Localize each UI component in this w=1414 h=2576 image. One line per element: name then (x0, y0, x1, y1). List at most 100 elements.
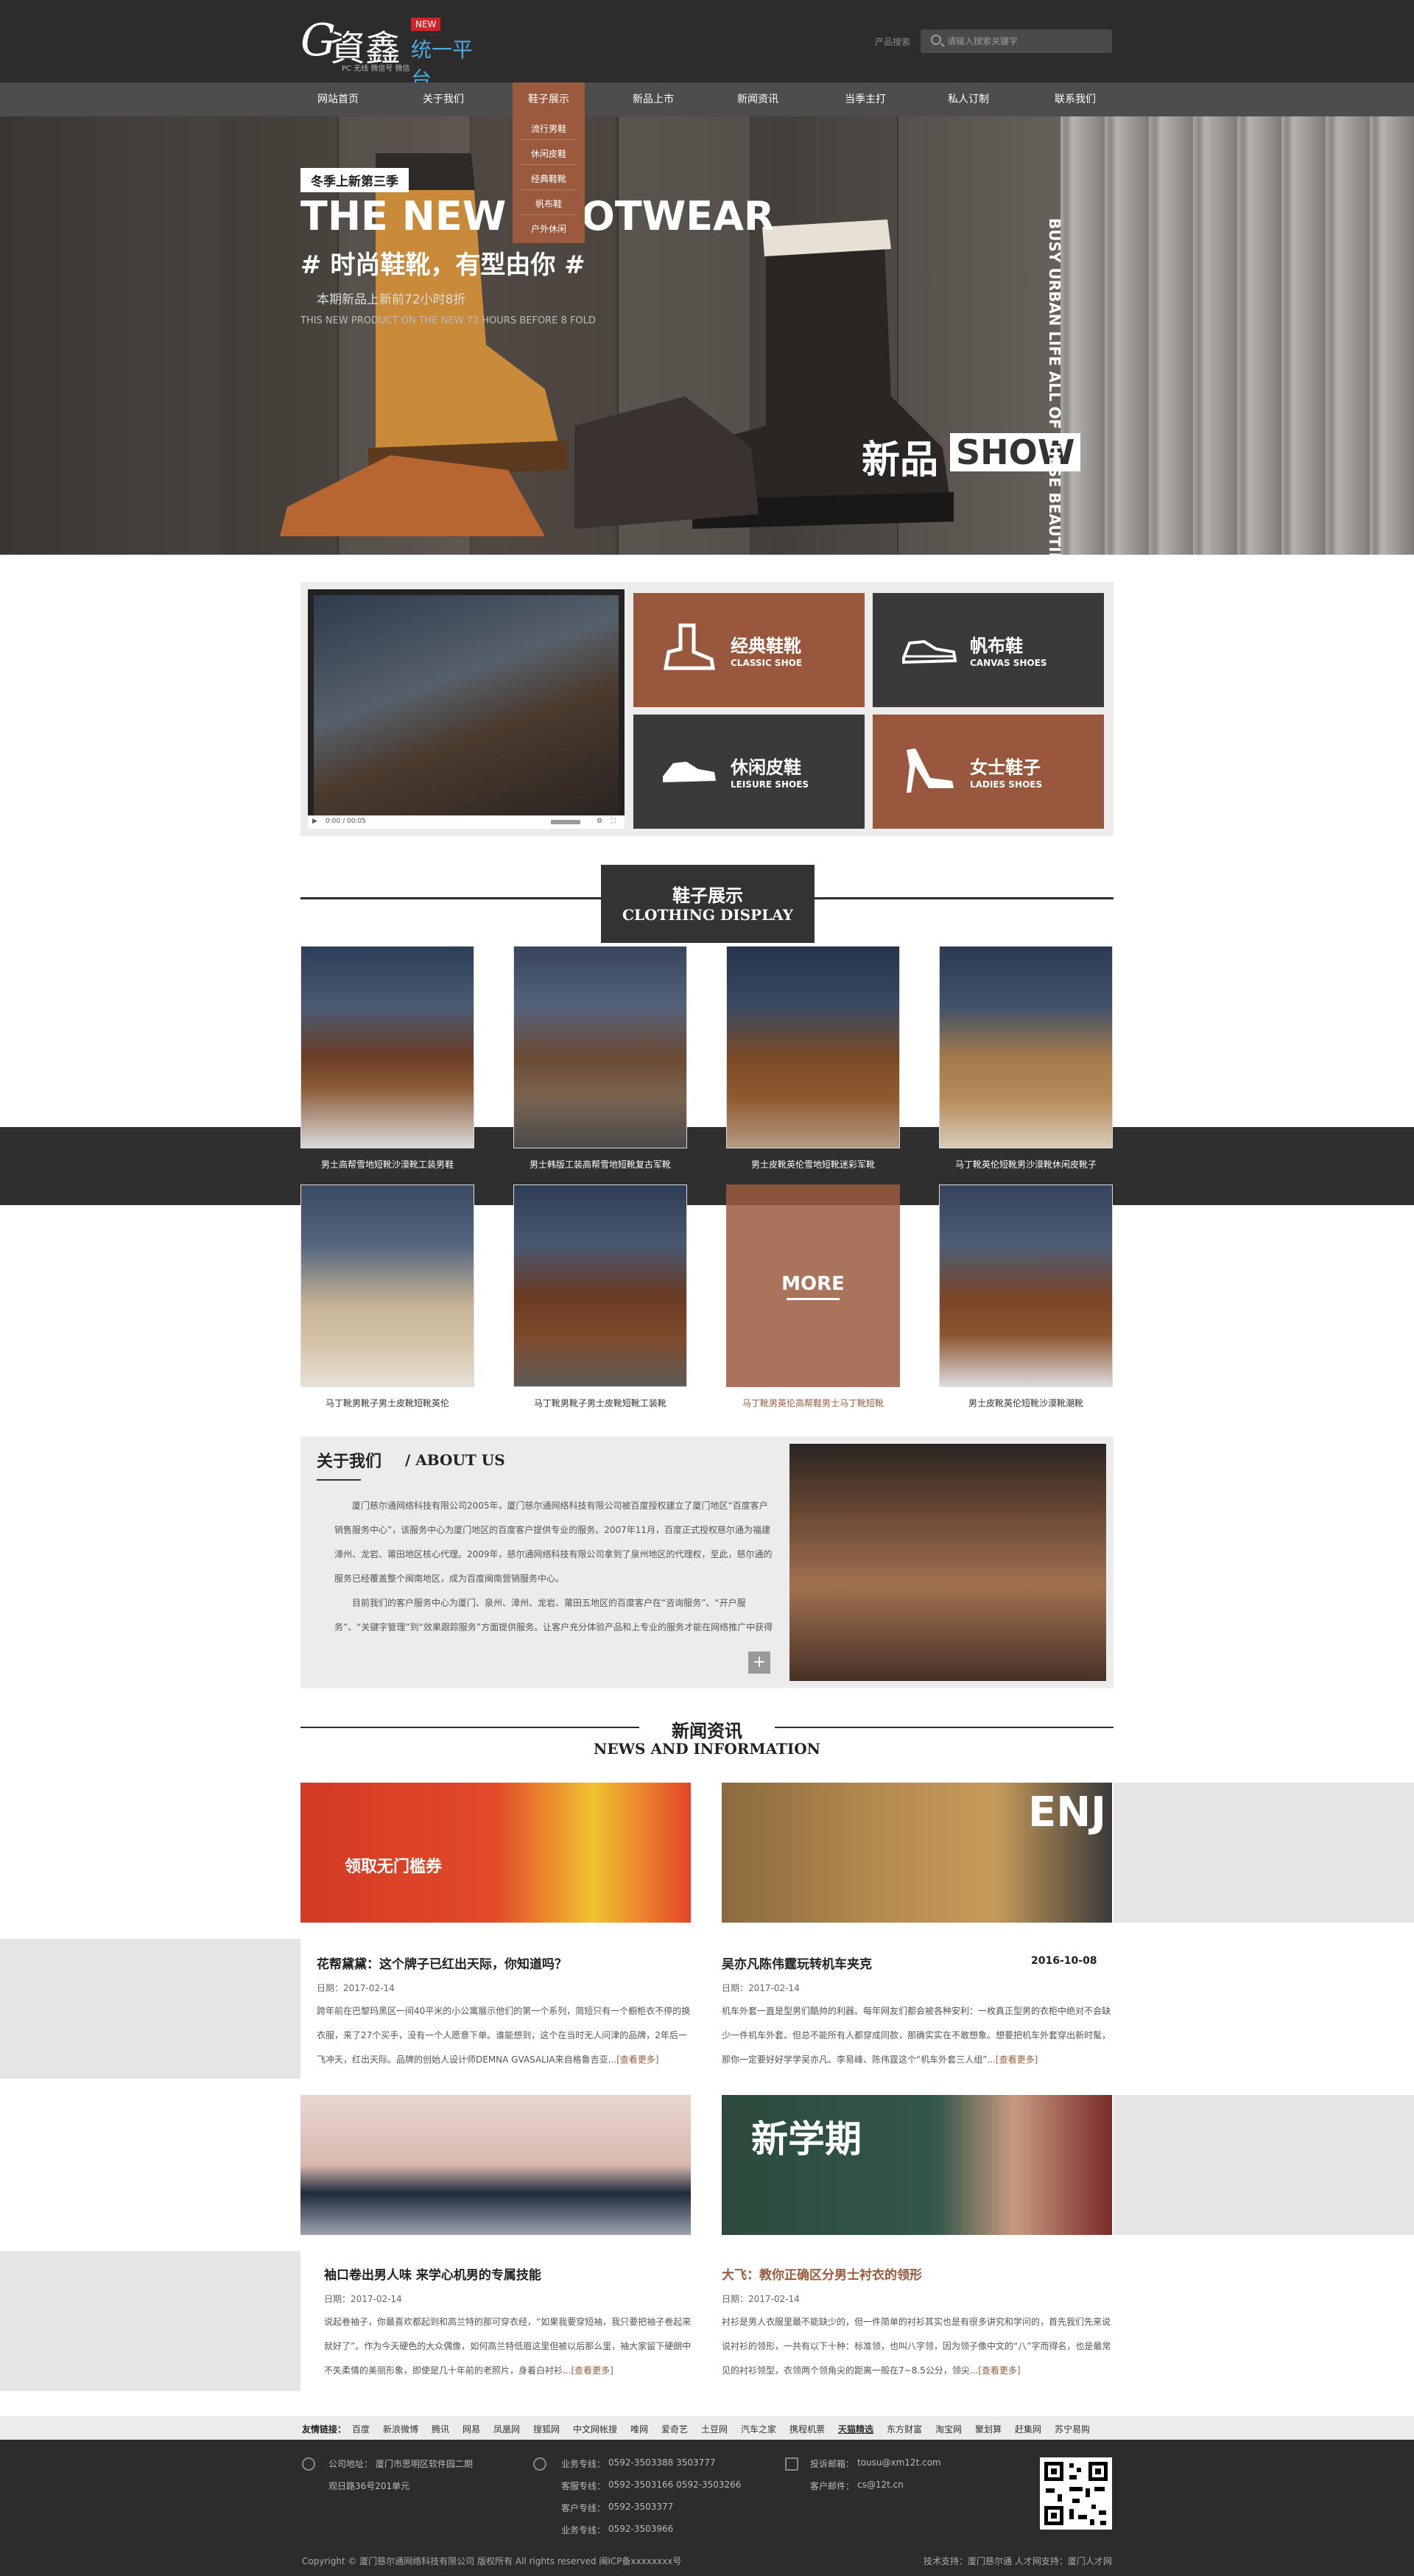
dropdown-item[interactable]: 户外休闲 (520, 218, 577, 240)
category-canvas-shoes[interactable]: 帆布鞋 CANVAS SHOES (873, 593, 1104, 707)
friend-link[interactable]: 苏宁易购 (1055, 2423, 1090, 2435)
footer-email[interactable]: tousu@xm12t.com (857, 2457, 941, 2468)
nav-home[interactable]: 网站首页 (283, 83, 393, 116)
news-more-link[interactable]: [查看更多] (978, 2365, 1020, 2376)
product-name[interactable]: 男士皮靴英伦短靴沙漠靴潮靴 (930, 1397, 1122, 1409)
product-card[interactable] (726, 946, 900, 1148)
friend-link[interactable]: 新浪微博 (383, 2423, 418, 2435)
news-more-link[interactable]: [查看更多] (996, 2054, 1038, 2065)
friend-link[interactable]: 赶集网 (1015, 2423, 1041, 2435)
friend-link[interactable]: 土豆网 (701, 2423, 728, 2435)
search-icon[interactable] (931, 35, 941, 45)
friend-link[interactable]: 凤凰网 (493, 2423, 520, 2435)
dropdown-item[interactable]: 经典鞋靴 (520, 168, 577, 190)
news-item-date: 2016-10-08 (1031, 1955, 1097, 1967)
product-card[interactable] (513, 1185, 687, 1387)
news-item-body: 跨年前在巴黎玛黑区一间40平米的小公寓展示他们的第一个系列，简短只有一个橱柜衣不… (317, 2006, 691, 2065)
nav-custom[interactable]: 私人订制 (913, 83, 1024, 116)
video-player[interactable]: ▶ 0:00 / 00:05 ⚙ ⛶ (308, 589, 625, 829)
nav-news[interactable]: 新闻资讯 (703, 83, 813, 116)
friend-link[interactable]: 爱奇艺 (661, 2423, 688, 2435)
product-name[interactable]: 马丁靴英伦短靴男沙漠靴休闲皮靴子 (930, 1158, 1122, 1171)
friend-link[interactable]: 中文网帐搜 (573, 2423, 617, 2435)
about-image (789, 1444, 1106, 1681)
site-logo[interactable]: G 資鑫 NEW 统一平台 PC 无线 微信号 微信 (300, 13, 492, 91)
news-item-title[interactable]: 袖口卷出男人味 来学心机男的专属技能 (324, 2264, 541, 2283)
news-item-date: 日期：2017-02-14 (722, 1983, 800, 1993)
news-item-title[interactable]: 花帮黛黛：这个牌子已红出天际，你知道吗？ (317, 1954, 567, 1972)
news-image-caption: 领取无门槛券 (345, 1858, 443, 1876)
product-name[interactable]: 男士高帮雪地短靴沙漠靴工装男鞋 (292, 1158, 483, 1171)
about-more-button[interactable]: + (748, 1652, 770, 1674)
news-item-date: 日期：2017-02-14 (722, 2294, 800, 2304)
dropdown-item[interactable]: 流行男鞋 (520, 118, 577, 140)
news-image[interactable]: 领取无门槛券 (300, 1783, 691, 1923)
news-item-title[interactable]: 吴亦凡陈伟霆玩转机车夹克 (722, 1954, 872, 1972)
nav-contact[interactable]: 联系我们 (1020, 83, 1130, 116)
product-card[interactable] (939, 1185, 1113, 1387)
news-more-link[interactable]: [查看更多] (616, 2054, 658, 2065)
copyright: Copyright © 厦门慈尔通网络科技有限公司 版权所有 All right… (302, 2556, 682, 2566)
dropdown-item[interactable]: 帆布鞋 (520, 193, 577, 215)
phone-icon (533, 2457, 546, 2471)
category-subtitle: LADIES SHOES (970, 779, 1043, 790)
volume-slider[interactable] (551, 820, 580, 824)
nav-shoes[interactable]: 鞋子展示 (513, 83, 585, 116)
logo-new-badge: NEW (411, 18, 441, 31)
friend-link[interactable]: 聚划算 (975, 2423, 1002, 2435)
product-card[interactable] (300, 946, 474, 1148)
fullscreen-icon[interactable]: ⛶ (611, 818, 616, 825)
news-image[interactable] (300, 2095, 691, 2235)
friend-link[interactable]: 淘宝网 (935, 2423, 962, 2435)
display-band (0, 1127, 1414, 1205)
video-time: 0:00 / 00:05 (326, 818, 366, 825)
banner-promo-en: THIS NEW PRODUCT ON THE NEW 72 HOURS BEF… (300, 315, 596, 326)
category-classic-shoe[interactable]: 经典鞋靴 CLASSIC SHOE (633, 593, 865, 707)
dropdown-item[interactable]: 休闲皮鞋 (520, 143, 577, 165)
friend-link[interactable]: 天猫精选 (838, 2423, 873, 2435)
friend-link[interactable]: 腾讯 (432, 2423, 449, 2435)
friend-link[interactable]: 搜狐网 (533, 2423, 560, 2435)
news-image[interactable]: 新学期 (722, 2095, 1112, 2235)
more-button[interactable]: MORE (726, 1273, 900, 1295)
product-name[interactable]: 男士皮靴英伦雪地短靴迷彩军靴 (717, 1158, 909, 1171)
friend-link[interactable]: 汽车之家 (741, 2423, 776, 2435)
product-card[interactable] (513, 946, 687, 1148)
news-more-link[interactable]: [查看更多] (571, 2365, 613, 2376)
location-icon (302, 2457, 315, 2471)
play-icon[interactable]: ▶ (312, 818, 317, 825)
product-name[interactable]: 马丁靴男靴子男士皮靴短靴英伦 (292, 1397, 483, 1409)
nav-season[interactable]: 当季主打 (810, 83, 921, 116)
friend-link[interactable]: 携程机票 (789, 2423, 825, 2435)
category-ladies-shoes[interactable]: 女士鞋子 LADIES SHOES (873, 715, 1104, 829)
product-name[interactable]: 马丁靴男靴子男士皮靴短靴工装靴 (504, 1397, 696, 1409)
product-card[interactable] (939, 946, 1113, 1148)
friend-link[interactable]: 百度 (352, 2423, 370, 2435)
banner-subtitle: # 时尚鞋靴，有型由你 # (300, 250, 585, 280)
news-image[interactable]: ENJ (722, 1783, 1112, 1923)
nav-about[interactable]: 关于我们 (388, 83, 499, 116)
nav-new-arrivals[interactable]: 新品上市 (598, 83, 708, 116)
product-image (940, 947, 1112, 1148)
product-card[interactable] (300, 1185, 474, 1387)
category-subtitle: CANVAS SHOES (970, 658, 1047, 668)
category-title: 帆布鞋 (970, 636, 1023, 656)
high-heel-icon (907, 748, 954, 793)
friend-link[interactable]: 东方财富 (887, 2423, 922, 2435)
footer-email[interactable]: cs@12t.cn (857, 2480, 904, 2490)
nav-dropdown: 流行男鞋 休闲皮鞋 经典鞋靴 帆布鞋 户外休闲 (513, 116, 585, 243)
about-title: 关于我们 (317, 1453, 382, 1471)
search-input[interactable] (947, 32, 1102, 50)
qr-code (1040, 2457, 1112, 2530)
banner-show-cn: 新品 (862, 438, 939, 482)
product-name[interactable]: 马丁靴男英伦高帮鞋男士马丁靴短靴 (717, 1397, 909, 1409)
footer-phone: 0592-3503388 3503777 (608, 2457, 716, 2468)
section-divider (775, 1727, 1114, 1728)
news-item-title[interactable]: 大飞：教你正确区分男士衬衣的领形 (722, 2264, 922, 2283)
friend-link[interactable]: 唯网 (630, 2423, 648, 2435)
category-leisure-shoes[interactable]: 休闲皮鞋 LEISURE SHOES (633, 715, 865, 829)
boot-icon (664, 623, 715, 670)
product-name[interactable]: 男士韩版工装高帮雪地短靴复古军靴 (504, 1158, 696, 1171)
friend-link[interactable]: 网易 (462, 2423, 480, 2435)
settings-icon[interactable]: ⚙ (597, 818, 602, 825)
